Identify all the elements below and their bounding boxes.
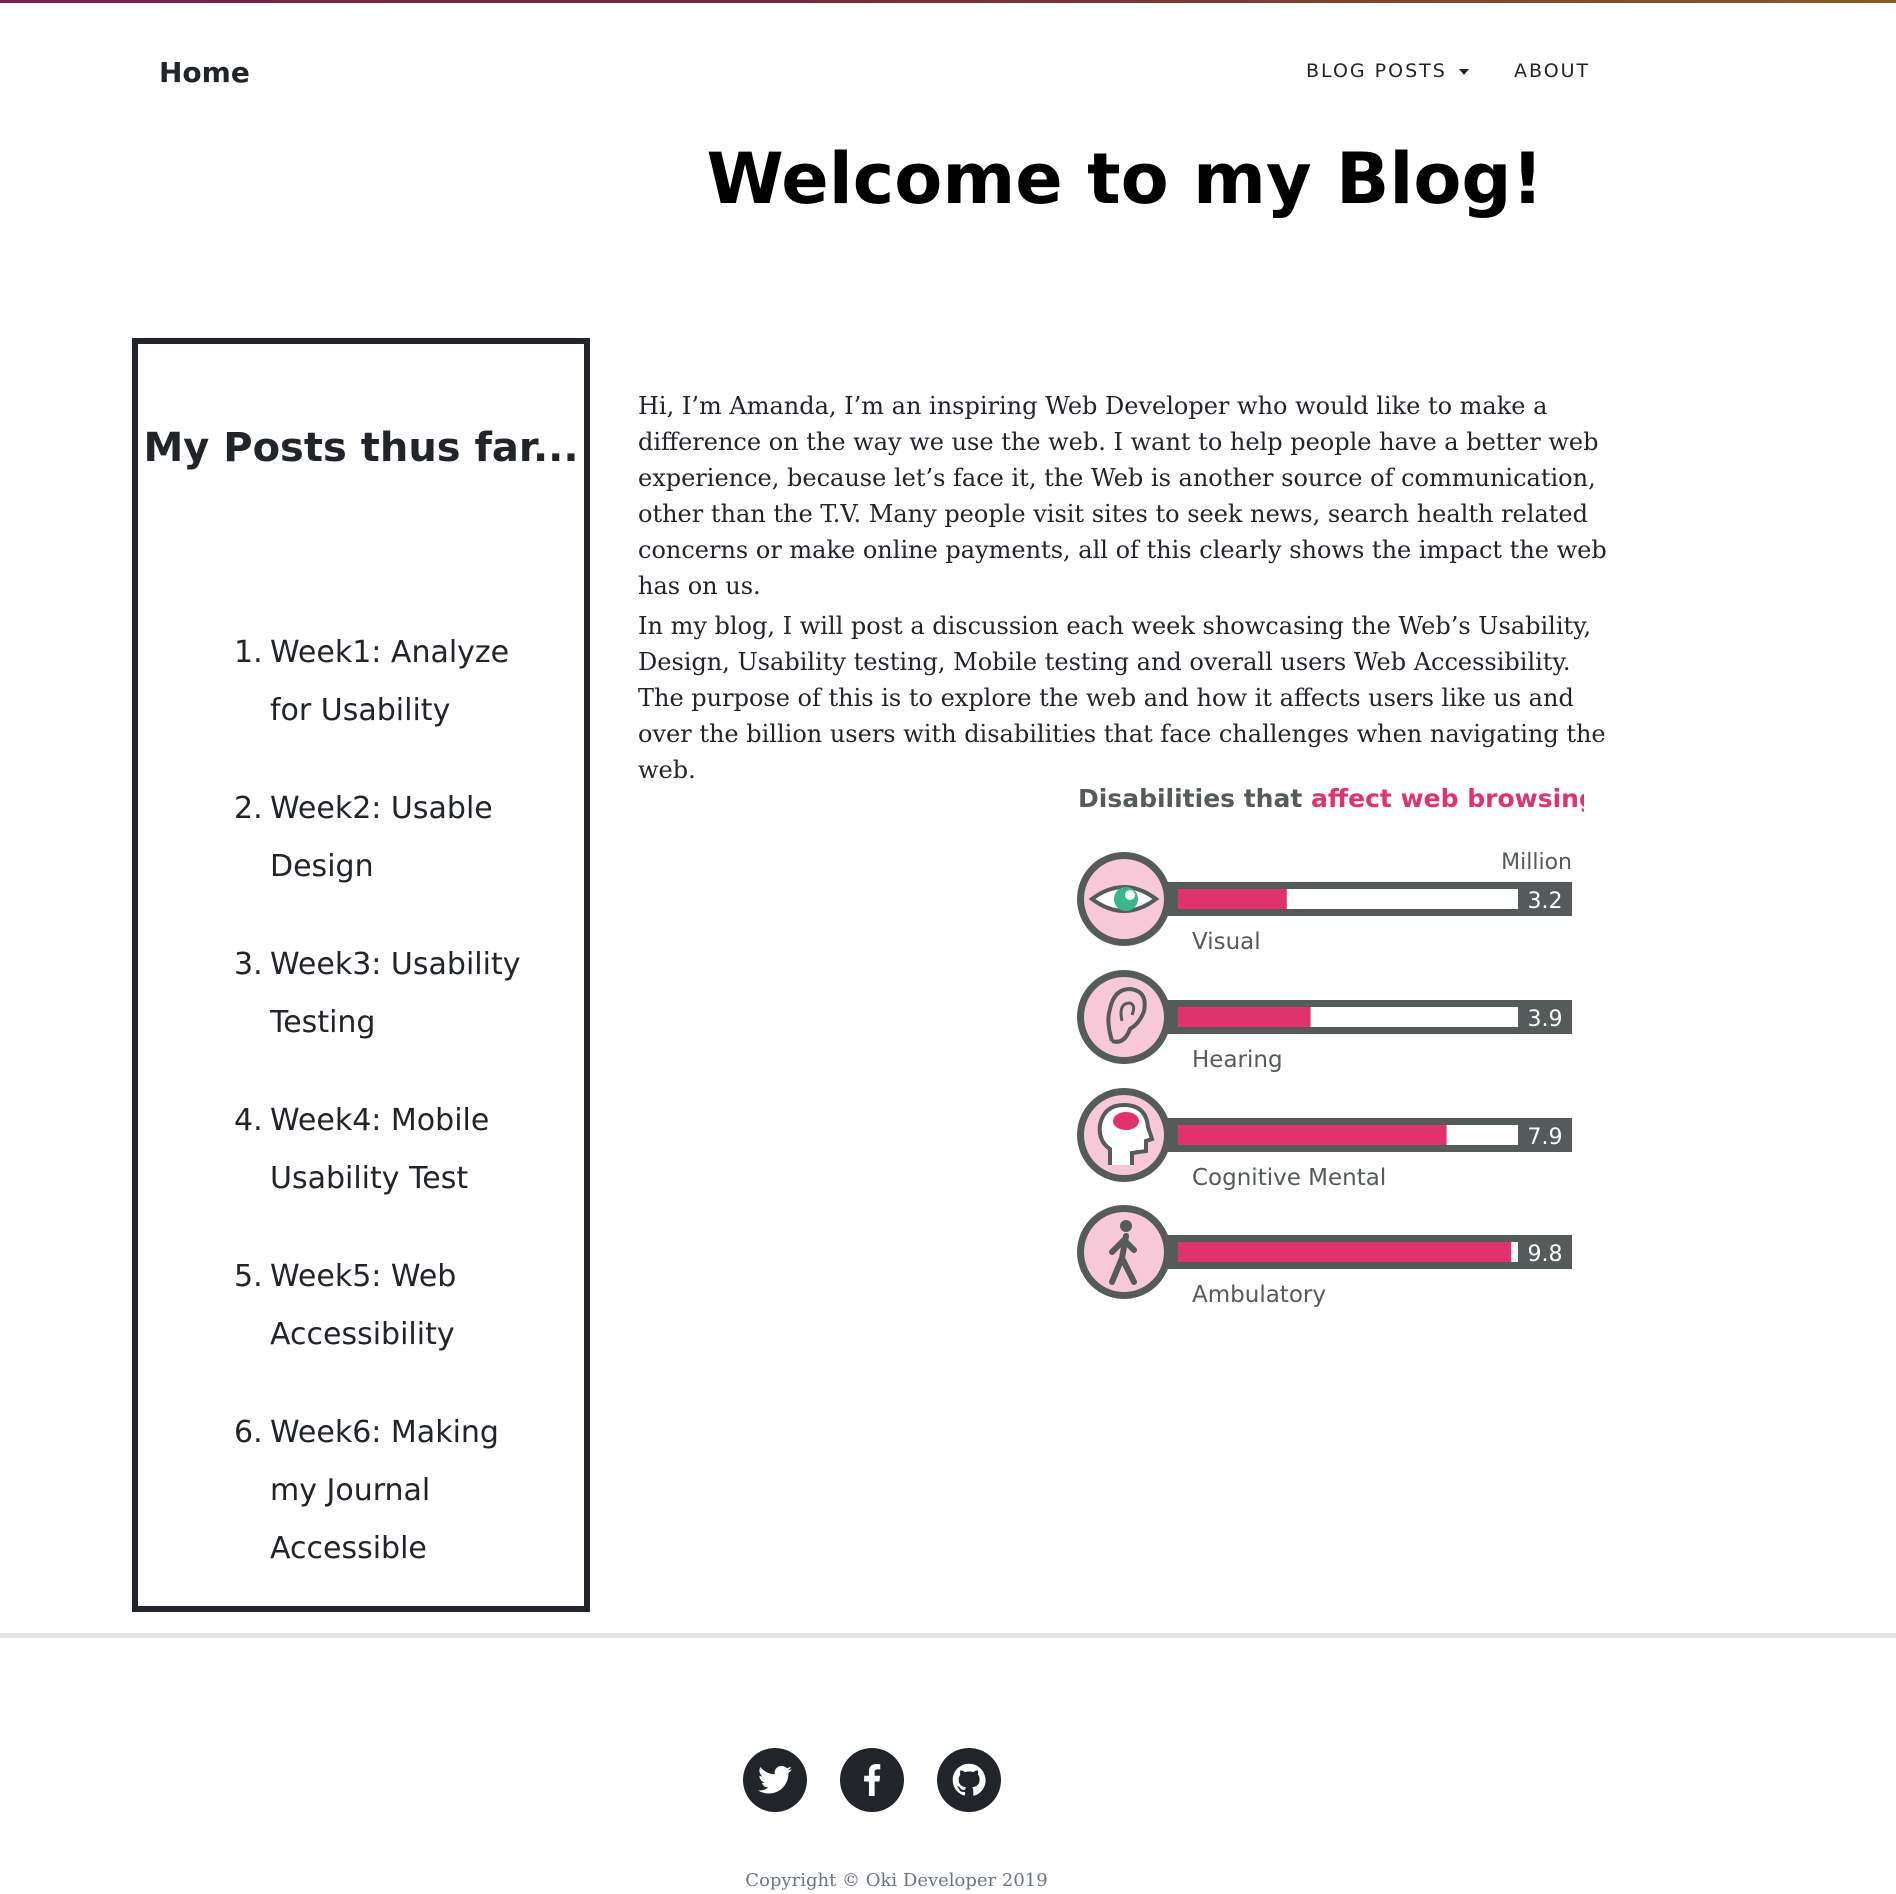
nav-blog-posts-dropdown[interactable]: BLOG POSTS	[1306, 60, 1469, 82]
post-title: Week6: Making my Journal Accessible	[270, 1415, 499, 1566]
facebook-icon	[864, 1764, 881, 1796]
disabilities-chart: Disabilities that affect web browsing Mi…	[1077, 784, 1584, 1308]
list-number: 4.	[234, 1103, 263, 1138]
bar-value-label: 7.9	[1528, 1125, 1563, 1150]
post-title: Week3: Usability Testing	[270, 947, 521, 1040]
bar-value-label: 3.2	[1528, 889, 1563, 914]
list-number: 1.	[234, 635, 263, 670]
category-label: Visual	[1192, 929, 1261, 955]
category-label: Cognitive Mental	[1192, 1165, 1386, 1191]
post-title: Week2: Usable Design	[270, 791, 493, 884]
facebook-link[interactable]	[840, 1748, 904, 1812]
top-accent-bar	[0, 0, 1896, 3]
bar	[1178, 1007, 1311, 1027]
github-icon	[952, 1763, 986, 1796]
chart-row: 9.8 Ambulatory	[1077, 1205, 1572, 1308]
chart-row: 3.2 Visual	[1077, 852, 1572, 955]
posts-sidebar: My Posts thus far... 1. Week1: Analyze fo…	[132, 338, 590, 1612]
sidebar-title: My Posts thus far...	[143, 425, 579, 471]
twitter-icon	[758, 1765, 792, 1794]
bar-value-label: 9.8	[1528, 1242, 1563, 1267]
post-link-week4[interactable]: 4. Week4: Mobile Usability Test	[234, 1092, 554, 1208]
copyright-text: Copyright © Oki Developer 2019	[745, 1870, 1048, 1891]
nav-home-link[interactable]: Home	[159, 56, 250, 89]
github-link[interactable]	[937, 1748, 1001, 1812]
bar	[1178, 1242, 1512, 1262]
page-title: Welcome to my Blog!	[706, 138, 1544, 220]
chart-row: 7.9 Cognitive Mental	[1077, 1088, 1572, 1191]
intro-paragraph: Hi, I’m Amanda, I’m an inspiring Web Dev…	[638, 392, 1607, 600]
chart-title: Disabilities that affect web browsing	[1078, 784, 1584, 813]
list-number: 6.	[234, 1415, 263, 1450]
posts-list: 1. Week1: Analyze for Usability 2. Week2: …	[234, 624, 554, 1618]
nav-blog-posts-label: BLOG POSTS	[1306, 60, 1447, 82]
chart-row: 3.9 Hearing	[1077, 970, 1572, 1073]
category-label: Ambulatory	[1192, 1282, 1326, 1308]
post-link-week1[interactable]: 1. Week1: Analyze for Usability	[234, 624, 554, 740]
bar	[1178, 889, 1287, 909]
post-link-week2[interactable]: 2. Week2: Usable Design	[234, 780, 554, 896]
purpose-paragraph: In my blog, I will post a discussion eac…	[638, 612, 1606, 784]
bar-value-label: 3.9	[1528, 1007, 1563, 1032]
twitter-link[interactable]	[743, 1748, 807, 1812]
nav-about-link[interactable]: ABOUT	[1514, 60, 1590, 82]
post-title: Week1: Analyze for Usability	[270, 635, 510, 728]
chart-unit-label: Million	[1501, 850, 1572, 875]
footer-divider	[0, 1633, 1896, 1638]
bar	[1178, 1125, 1447, 1145]
caret-down-icon	[1458, 68, 1469, 75]
category-label: Hearing	[1192, 1047, 1283, 1073]
list-number: 3.	[234, 947, 263, 982]
post-link-week5[interactable]: 5. Week5: Web Accessibility	[234, 1248, 554, 1364]
post-link-week6[interactable]: 6. Week6: Making my Journal Accessible	[234, 1404, 554, 1578]
post-title: Week4: Mobile Usability Test	[270, 1103, 490, 1196]
post-link-week3[interactable]: 3. Week3: Usability Testing	[234, 936, 554, 1052]
chart-title-highlight: affect web browsing	[1311, 784, 1584, 813]
list-number: 5.	[234, 1259, 263, 1294]
list-number: 2.	[234, 791, 263, 826]
post-title: Week5: Web Accessibility	[270, 1259, 457, 1352]
